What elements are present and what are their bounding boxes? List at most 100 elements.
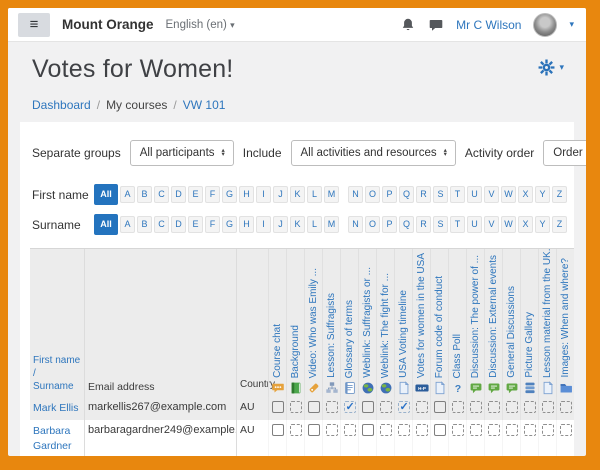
surname-letter-T[interactable]: T — [450, 216, 465, 233]
completion-checkbox[interactable] — [560, 401, 572, 413]
firstname-letter-E[interactable]: E — [188, 186, 203, 203]
surname-letter-P[interactable]: P — [382, 216, 397, 233]
completion-checkbox[interactable] — [344, 401, 356, 413]
activity-link[interactable]: Background — [291, 325, 301, 378]
completion-checkbox[interactable] — [470, 401, 482, 413]
surname-letter-F[interactable]: F — [205, 216, 220, 233]
firstname-letter-J[interactable]: J — [273, 186, 288, 203]
activity-link[interactable]: Weblink: The fight for ... — [381, 273, 391, 378]
completion-checkbox[interactable] — [380, 424, 392, 436]
completion-checkbox[interactable] — [326, 401, 338, 413]
firstname-letter-Q[interactable]: Q — [399, 186, 414, 203]
firstname-letter-P[interactable]: P — [382, 186, 397, 203]
surname-letter-S[interactable]: S — [433, 216, 448, 233]
avatar[interactable] — [533, 13, 557, 37]
firstname-letter-D[interactable]: D — [171, 186, 186, 203]
firstname-letter-F[interactable]: F — [205, 186, 220, 203]
activity-link[interactable]: Video: Who was Emily ... — [309, 268, 319, 378]
firstname-letter-G[interactable]: G — [222, 186, 237, 203]
firstname-letter-W[interactable]: W — [501, 186, 516, 203]
activity-link[interactable]: Picture Gallery — [525, 312, 535, 378]
firstname-letter-S[interactable]: S — [433, 186, 448, 203]
caret-down-icon[interactable]: ▾ — [569, 19, 574, 30]
completion-checkbox[interactable] — [272, 401, 284, 413]
completion-checkbox[interactable] — [308, 424, 320, 436]
student-name-link[interactable]: Barbara Gardner — [30, 420, 84, 456]
completion-checkbox[interactable] — [488, 424, 500, 436]
firstname-letter-X[interactable]: X — [518, 186, 533, 203]
completion-checkbox[interactable] — [398, 424, 410, 436]
surname-letter-X[interactable]: X — [518, 216, 533, 233]
activity-link[interactable]: Images: When and where? — [561, 258, 571, 378]
student-name-link[interactable]: Mark Ellis — [30, 397, 84, 420]
surname-letter-D[interactable]: D — [171, 216, 186, 233]
surname-letter-Q[interactable]: Q — [399, 216, 414, 233]
firstname-letter-B[interactable]: B — [137, 186, 152, 203]
completion-checkbox[interactable] — [452, 424, 464, 436]
course-settings-menu[interactable]: ▾ — [538, 59, 564, 76]
groups-select[interactable]: All participants ▴▾ — [130, 140, 234, 166]
firstname-letter-M[interactable]: M — [324, 186, 339, 203]
firstname-letter-I[interactable]: I — [256, 186, 271, 203]
completion-checkbox[interactable] — [308, 401, 320, 413]
surname-letter-C[interactable]: C — [154, 216, 169, 233]
surname-letter-H[interactable]: H — [239, 216, 254, 233]
sort-firstname-link[interactable]: First name / — [33, 354, 82, 380]
activity-link[interactable]: Discussion: External events — [489, 255, 499, 378]
completion-checkbox[interactable] — [470, 424, 482, 436]
firstname-letter-K[interactable]: K — [290, 186, 305, 203]
breadcrumb-course[interactable]: VW 101 — [183, 98, 226, 112]
surname-letter-V[interactable]: V — [484, 216, 499, 233]
surname-letter-L[interactable]: L — [307, 216, 322, 233]
completion-checkbox[interactable] — [506, 424, 518, 436]
completion-checkbox[interactable] — [434, 424, 446, 436]
firstname-letter-U[interactable]: U — [467, 186, 482, 203]
surname-letter-E[interactable]: E — [188, 216, 203, 233]
completion-checkbox[interactable] — [290, 401, 302, 413]
activity-link[interactable]: Glossary of terms — [345, 300, 355, 378]
completion-checkbox[interactable] — [290, 424, 302, 436]
activity-link[interactable]: Lesson material from the UK... — [543, 250, 553, 378]
completion-checkbox[interactable] — [380, 401, 392, 413]
activity-link[interactable]: Course chat — [273, 324, 283, 378]
firstname-letter-A[interactable]: A — [120, 186, 135, 203]
completion-checkbox[interactable] — [326, 424, 338, 436]
firstname-letter-H[interactable]: H — [239, 186, 254, 203]
firstname-letter-N[interactable]: N — [348, 186, 363, 203]
include-select[interactable]: All activities and resources ▴▾ — [291, 140, 456, 166]
completion-checkbox[interactable] — [272, 424, 284, 436]
firstname-all-button[interactable]: All — [94, 184, 118, 205]
completion-checkbox[interactable] — [362, 424, 374, 436]
bell-icon[interactable] — [400, 17, 416, 33]
surname-letter-M[interactable]: M — [324, 216, 339, 233]
surname-letter-G[interactable]: G — [222, 216, 237, 233]
order-select[interactable]: Order in course ▴▾ — [543, 140, 586, 166]
surname-letter-I[interactable]: I — [256, 216, 271, 233]
completion-checkbox[interactable] — [344, 424, 356, 436]
activity-link[interactable]: Votes for women in the USA — [417, 253, 427, 378]
surname-letter-N[interactable]: N — [348, 216, 363, 233]
surname-letter-K[interactable]: K — [290, 216, 305, 233]
activity-link[interactable]: Discussion: The power of ... — [471, 255, 481, 378]
surname-letter-B[interactable]: B — [137, 216, 152, 233]
firstname-letter-O[interactable]: O — [365, 186, 380, 203]
breadcrumb-dashboard[interactable]: Dashboard — [32, 98, 91, 112]
completion-checkbox[interactable] — [416, 424, 428, 436]
surname-letter-Y[interactable]: Y — [535, 216, 550, 233]
surname-letter-J[interactable]: J — [273, 216, 288, 233]
activity-link[interactable]: Weblink: Suffragists or ... — [363, 267, 373, 378]
surname-all-button[interactable]: All — [94, 214, 118, 235]
user-menu[interactable]: Mr C Wilson — [456, 18, 521, 32]
surname-letter-U[interactable]: U — [467, 216, 482, 233]
activity-link[interactable]: Forum code of conduct — [435, 276, 445, 378]
sort-surname-link[interactable]: Surname — [33, 380, 82, 393]
firstname-letter-R[interactable]: R — [416, 186, 431, 203]
completion-checkbox[interactable] — [398, 401, 410, 413]
completion-checkbox[interactable] — [542, 424, 554, 436]
firstname-letter-T[interactable]: T — [450, 186, 465, 203]
surname-letter-W[interactable]: W — [501, 216, 516, 233]
completion-checkbox[interactable] — [524, 424, 536, 436]
completion-checkbox[interactable] — [416, 401, 428, 413]
activity-link[interactable]: USA Voting timeline — [399, 290, 409, 378]
completion-checkbox[interactable] — [524, 401, 536, 413]
